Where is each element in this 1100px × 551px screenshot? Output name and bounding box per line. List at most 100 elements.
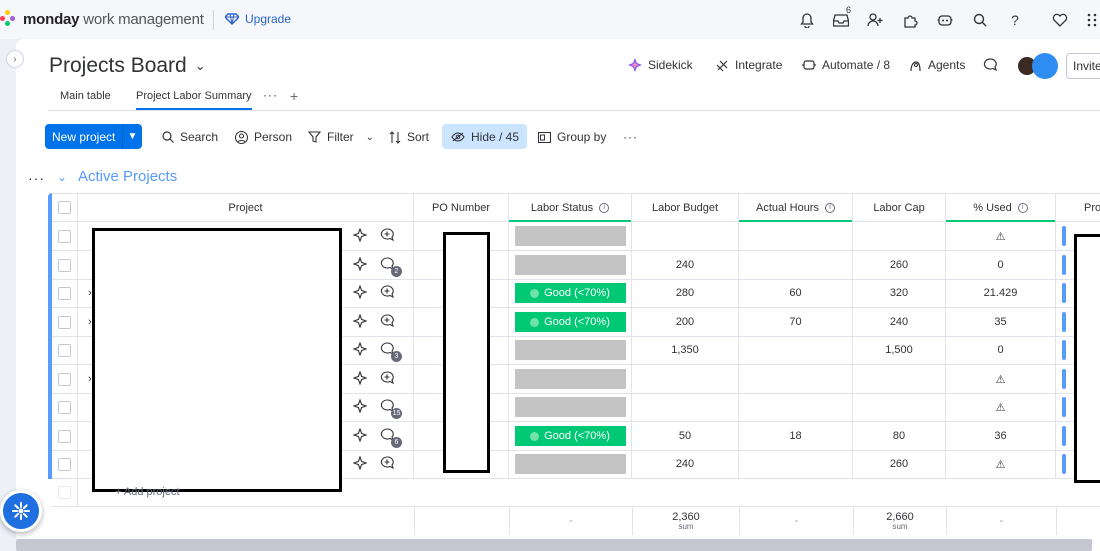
status-label-good[interactable]: Good (<70%) [514, 283, 626, 303]
select-all-checkbox[interactable] [58, 201, 71, 214]
brand-name[interactable]: monday work management [23, 11, 204, 28]
column-header-progress[interactable]: Pro [1056, 194, 1100, 221]
labor-budget-cell[interactable]: 240 [632, 450, 739, 478]
add-update-icon[interactable] [380, 370, 395, 388]
column-header-project[interactable]: Project [78, 194, 414, 221]
row-checkbox[interactable] [58, 315, 71, 329]
bell-icon[interactable] [798, 11, 816, 29]
actual-hours-cell[interactable] [739, 222, 853, 250]
status-label-empty[interactable] [514, 226, 626, 246]
row-checkbox[interactable] [58, 400, 71, 414]
search-button[interactable]: Search [162, 130, 218, 144]
labor-budget-cell[interactable] [632, 222, 739, 250]
labor-cap-cell[interactable]: 240 [853, 308, 946, 336]
new-project-button[interactable]: New project ▼ [45, 124, 142, 149]
add-project-row[interactable] [52, 478, 1100, 507]
labor-cap-cell[interactable]: 80 [853, 422, 946, 450]
labor-status-cell[interactable] [509, 251, 632, 279]
invite-members-icon[interactable] [866, 11, 884, 29]
column-header-labor-cap[interactable]: Labor Cap [853, 194, 946, 221]
help-center-button[interactable] [0, 490, 42, 532]
column-header-percent-used[interactable]: % Used i [946, 194, 1056, 222]
row-checkbox[interactable] [58, 429, 71, 443]
add-project-label[interactable]: + Add project [115, 486, 180, 498]
add-update-icon[interactable] [380, 284, 395, 302]
ai-bot-icon[interactable] [936, 11, 954, 29]
add-view-icon[interactable]: + [290, 88, 298, 104]
user-avatar-2[interactable] [1032, 53, 1058, 79]
status-label-good[interactable]: Good (<70%) [514, 312, 626, 332]
ai-sparkle-icon[interactable] [352, 340, 368, 359]
chevron-down-icon[interactable]: ▼ [123, 131, 142, 142]
row-checkbox[interactable] [58, 457, 71, 471]
horizontal-scrollbar[interactable] [16, 539, 1092, 551]
ai-sparkle-icon[interactable] [352, 454, 368, 473]
help-icon[interactable]: ? [1006, 11, 1024, 29]
actual-hours-cell[interactable] [739, 251, 853, 279]
info-icon[interactable]: i [1017, 202, 1028, 213]
actual-hours-cell[interactable]: 18 [739, 422, 853, 450]
labor-cap-cell[interactable]: 260 [853, 450, 946, 478]
sidekick-button[interactable]: Sidekick [628, 58, 693, 72]
labor-status-cell[interactable] [509, 393, 632, 421]
actual-hours-cell[interactable]: 70 [739, 308, 853, 336]
person-filter-button[interactable]: Person [235, 130, 292, 144]
labor-budget-cell[interactable]: 1,350 [632, 336, 739, 364]
filter-button[interactable]: Filter ⌄ [308, 130, 374, 144]
labor-budget-cell[interactable]: 200 [632, 308, 739, 336]
labor-budget-cell[interactable] [632, 365, 739, 393]
labor-cap-cell[interactable]: 320 [853, 279, 946, 307]
tab-main-table[interactable]: Main table [60, 90, 111, 102]
ai-sparkle-icon[interactable] [352, 369, 368, 388]
row-checkbox[interactable] [58, 229, 71, 243]
ai-sparkle-icon[interactable] [352, 426, 368, 445]
sort-button[interactable]: Sort [389, 130, 429, 144]
labor-cap-cell[interactable] [853, 393, 946, 421]
labor-status-cell[interactable]: Good (<70%) [509, 279, 632, 307]
labor-budget-cell[interactable] [632, 393, 739, 421]
column-header-labor-budget[interactable]: Labor Budget [632, 194, 739, 221]
labor-status-cell[interactable]: Good (<70%) [509, 308, 632, 336]
actual-hours-cell[interactable] [739, 365, 853, 393]
agents-button[interactable]: Agents [909, 58, 965, 72]
chevron-down-icon[interactable]: ⌄ [57, 170, 67, 184]
info-icon[interactable]: i [599, 202, 610, 213]
labor-budget-cell[interactable]: 280 [632, 279, 739, 307]
actual-hours-cell[interactable] [739, 393, 853, 421]
ai-sparkle-icon[interactable] [352, 397, 368, 416]
column-header-actual-hours[interactable]: Actual Hours i [739, 194, 853, 222]
labor-budget-cell[interactable]: 50 [632, 422, 739, 450]
ai-sparkle-icon[interactable] [352, 226, 368, 245]
integrate-button[interactable]: Integrate [716, 58, 782, 72]
column-header-labor-status[interactable]: Labor Status i [509, 194, 632, 222]
status-label-empty[interactable] [514, 397, 626, 417]
status-label-empty[interactable] [514, 340, 626, 360]
labor-status-cell[interactable] [509, 450, 632, 478]
status-label-good[interactable]: Good (<70%) [514, 426, 626, 446]
labor-cap-cell[interactable] [853, 365, 946, 393]
group-by-button[interactable]: Group by [538, 130, 606, 144]
automate-button[interactable]: Automate / 8 [802, 58, 890, 72]
row-checkbox[interactable] [58, 343, 71, 357]
tab-more-icon[interactable]: ··· [263, 88, 278, 102]
row-checkbox[interactable] [58, 372, 71, 386]
status-label-empty[interactable] [514, 255, 626, 275]
status-label-empty[interactable] [514, 454, 626, 474]
actual-hours-cell[interactable]: 60 [739, 279, 853, 307]
group-menu-icon[interactable]: ··· [28, 170, 45, 186]
row-checkbox[interactable] [58, 286, 71, 300]
chevron-down-icon[interactable]: ⌄ [366, 132, 374, 143]
apps-puzzle-icon[interactable] [901, 11, 919, 29]
more-options-icon[interactable]: ··· [623, 130, 638, 144]
labor-cap-cell[interactable]: 1,500 [853, 336, 946, 364]
status-label-empty[interactable] [514, 369, 626, 389]
board-chat-icon[interactable] [983, 58, 998, 72]
column-header-po-number[interactable]: PO Number [414, 194, 509, 221]
info-icon[interactable]: i [824, 202, 835, 213]
actual-hours-cell[interactable] [739, 336, 853, 364]
labor-budget-cell[interactable]: 240 [632, 251, 739, 279]
tab-project-labor-summary[interactable]: Project Labor Summary [136, 90, 252, 110]
labor-status-cell[interactable] [509, 222, 632, 250]
row-checkbox[interactable] [58, 258, 71, 272]
hide-columns-button[interactable]: Hide / 45 [442, 124, 527, 149]
